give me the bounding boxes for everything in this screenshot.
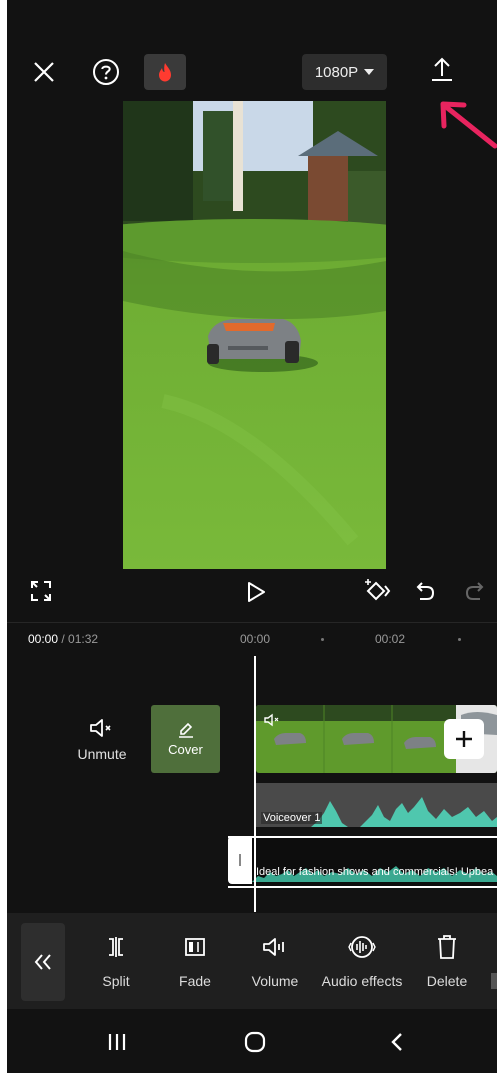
close-icon — [34, 62, 54, 82]
caret-down-icon — [364, 69, 375, 75]
cover-button[interactable]: Cover — [151, 705, 220, 773]
split-label: Split — [102, 973, 130, 989]
ruler-dot — [458, 638, 461, 641]
current-time: 00:00 — [28, 632, 59, 646]
audio-effects-tool[interactable]: Audio effects — [312, 913, 412, 1009]
volume-label: Volume — [251, 973, 299, 989]
collapse-toolbar-button[interactable] — [21, 923, 65, 1001]
fullscreen-icon — [31, 581, 51, 601]
audio-effects-icon — [348, 936, 376, 958]
resolution-dropdown[interactable]: 1080P — [302, 54, 387, 90]
fade-icon — [185, 938, 205, 956]
voiceover-track[interactable]: Voiceover 1 — [256, 783, 497, 827]
recent-apps-icon — [108, 1034, 126, 1050]
upload-icon — [432, 57, 452, 81]
speaker-muted-icon — [90, 719, 111, 737]
fullscreen-button[interactable] — [27, 577, 55, 605]
plus-icon — [456, 731, 472, 747]
divider — [7, 622, 497, 623]
home-icon — [244, 1031, 266, 1053]
audio-effects-label: Audio effects — [321, 973, 403, 989]
audio-toolbar: Split Fade Volume Audio effects Delete — [7, 913, 497, 1009]
edit-pencil-icon — [178, 722, 193, 738]
fade-label: Fade — [179, 973, 211, 989]
volume-tool[interactable]: Volume — [235, 913, 315, 1009]
back-icon — [391, 1033, 402, 1051]
fire-icon — [159, 63, 171, 82]
undo-icon — [416, 582, 435, 600]
total-time: / 01:32 — [61, 632, 99, 646]
split-tool[interactable]: Split — [76, 913, 156, 1009]
hot-effects-button[interactable] — [144, 54, 186, 90]
play-icon — [248, 582, 265, 602]
playhead[interactable] — [254, 656, 256, 912]
fade-tool[interactable]: Fade — [155, 913, 235, 1009]
unmute-label: Unmute — [77, 746, 127, 762]
video-frame-lawn-mower — [123, 101, 386, 569]
handle-grip — [239, 854, 241, 866]
help-button[interactable] — [90, 56, 122, 88]
trim-handle-left[interactable] — [228, 836, 252, 884]
close-button[interactable] — [29, 57, 59, 87]
keyframe-add-icon — [365, 579, 391, 601]
split-icon — [109, 937, 123, 957]
help-icon — [93, 59, 119, 85]
music-track[interactable]: Ideal for fashion shows and commercials!… — [228, 836, 497, 888]
resolution-label: 1080P — [314, 63, 359, 81]
delete-icon — [438, 935, 456, 959]
voiceover-label: Voiceover 1 — [261, 812, 323, 824]
ruler-label-0: 00:00 — [240, 632, 271, 646]
delete-label: Delete — [426, 973, 468, 989]
back-button[interactable] — [382, 1027, 412, 1057]
cover-label: Cover — [168, 742, 203, 757]
delete-tool[interactable]: Delete — [407, 913, 487, 1009]
recent-apps-button[interactable] — [102, 1027, 132, 1057]
undo-button[interactable] — [411, 578, 439, 606]
redo-icon — [465, 582, 484, 600]
annotation-arrow-icon — [440, 101, 497, 149]
volume-icon — [263, 938, 284, 956]
system-nav-bar — [7, 1009, 497, 1073]
music-label: Ideal for fashion shows and commercials!… — [256, 866, 494, 878]
next-tool-partial[interactable] — [491, 973, 497, 989]
double-chevron-left-icon — [34, 954, 51, 970]
ruler-label-1: 00:02 — [375, 632, 406, 646]
ruler-dot — [321, 638, 324, 641]
unmute-button[interactable]: Unmute — [69, 718, 135, 768]
home-button[interactable] — [240, 1027, 270, 1057]
play-button[interactable] — [241, 577, 271, 607]
video-editor-screen: 1080P 00:00 / 01:32 00:00 00:02 Unmute C… — [7, 0, 497, 1073]
redo-button[interactable] — [461, 578, 489, 606]
video-preview[interactable] — [123, 101, 386, 569]
clip-muted-icon — [264, 713, 279, 727]
keyframe-button[interactable] — [362, 576, 394, 606]
add-clip-button[interactable] — [444, 719, 484, 759]
export-button[interactable] — [427, 54, 457, 84]
timecode: 00:00 / 01:32 — [28, 632, 98, 646]
